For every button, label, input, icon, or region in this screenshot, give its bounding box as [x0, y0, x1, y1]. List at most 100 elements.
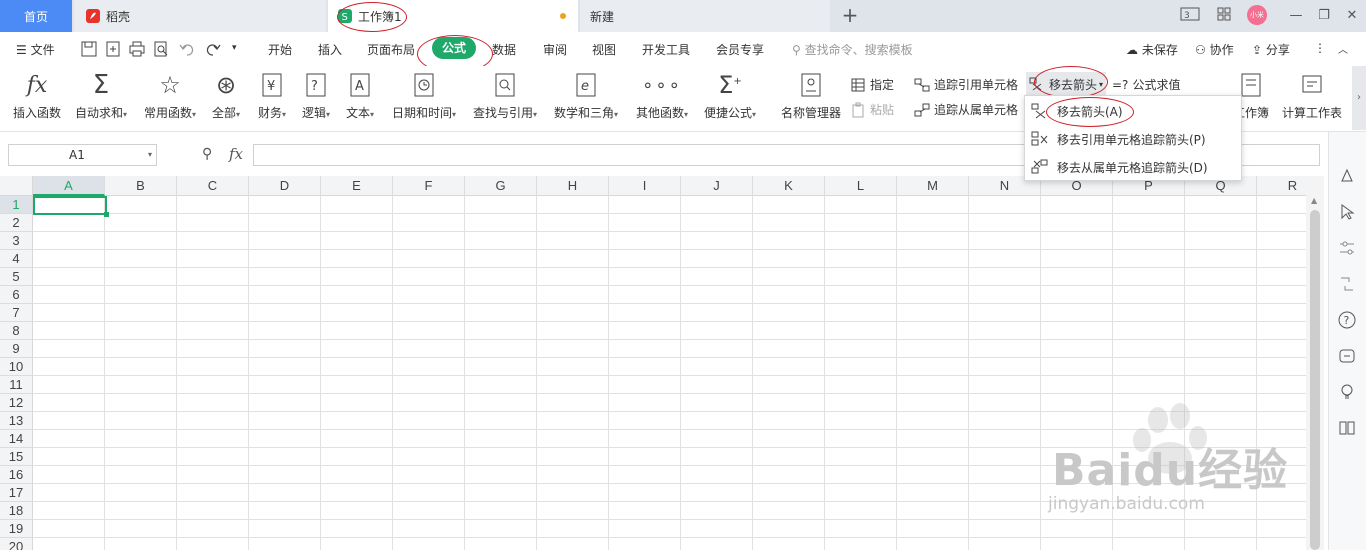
column-header[interactable]: J [681, 176, 753, 196]
row-header[interactable]: 13 [0, 412, 33, 430]
trace-dependents-button[interactable]: 追踪从属单元格 [914, 101, 1018, 118]
lookup-reference-button[interactable]: 查找与引用▾ [470, 70, 540, 121]
tab-member[interactable]: 会员专享 [716, 41, 764, 58]
share-button[interactable]: ⇪ 分享 [1252, 41, 1290, 58]
row-header[interactable]: 11 [0, 376, 33, 394]
row-header[interactable]: 20 [0, 538, 33, 550]
column-header[interactable]: A [33, 176, 105, 196]
column-header[interactable]: G [465, 176, 537, 196]
sliders-icon[interactable] [1337, 238, 1357, 258]
text-functions-button[interactable]: A 文本▾ [342, 70, 378, 121]
export-pdf-icon[interactable] [104, 40, 122, 58]
insert-function-button[interactable]: fx 插入函数 [10, 70, 64, 121]
row-header[interactable]: 15 [0, 448, 33, 466]
row-header[interactable]: 7 [0, 304, 33, 322]
ribbon-scroll-right-icon[interactable]: › [1352, 66, 1366, 130]
tab-start[interactable]: 开始 [268, 41, 292, 58]
all-functions-button[interactable]: ⊛ 全部▾ [208, 70, 244, 121]
more-icon[interactable]: ⋮ [1314, 41, 1326, 55]
file-menu[interactable]: ☰ 文件 [16, 41, 55, 58]
undo-icon[interactable] [178, 40, 196, 58]
row-header[interactable]: 10 [0, 358, 33, 376]
avatar[interactable]: 小米 [1247, 5, 1267, 25]
tab-view[interactable]: 视图 [592, 41, 616, 58]
tab-daoke[interactable]: 稻壳 [74, 0, 326, 32]
row-header[interactable]: 2 [0, 214, 33, 232]
restore-icon[interactable]: ❐ [1314, 6, 1334, 26]
fx-icon[interactable]: fx [229, 145, 243, 163]
collapse-ribbon-icon[interactable]: ︿ [1338, 41, 1348, 56]
layout-icon[interactable]: 3 [1180, 6, 1200, 26]
row-header[interactable]: 8 [0, 322, 33, 340]
date-time-button[interactable]: 日期和时间▾ [389, 70, 459, 121]
column-header[interactable]: H [537, 176, 609, 196]
name-box-dropdown-icon[interactable]: ▾ [148, 145, 152, 165]
column-header[interactable]: L [825, 176, 897, 196]
paste-button[interactable]: 粘贴 [850, 101, 894, 118]
apps-grid-icon[interactable] [1214, 6, 1234, 26]
menu-item-remove-precedent-arrows[interactable]: 移去引用单元格追踪箭头(P) [1031, 126, 1206, 152]
save-icon[interactable] [80, 40, 98, 58]
row-header[interactable]: 16 [0, 466, 33, 484]
rocket-icon[interactable] [1337, 166, 1357, 186]
row-header[interactable]: 6 [0, 286, 33, 304]
trace-precedents-button[interactable]: 追踪引用单元格 [914, 76, 1018, 93]
row-header[interactable]: 5 [0, 268, 33, 286]
column-header[interactable]: F [393, 176, 465, 196]
vertical-scrollbar[interactable]: ▲ [1306, 176, 1324, 550]
command-search[interactable]: ⚲ 查找命令、搜索模板 [792, 41, 913, 58]
tab-review[interactable]: 审阅 [543, 41, 567, 58]
common-functions-button[interactable]: ☆ 常用函数▾ [140, 70, 200, 121]
row-header[interactable]: 18 [0, 502, 33, 520]
specify-button[interactable]: 指定 [850, 76, 894, 93]
row-header[interactable]: 4 [0, 250, 33, 268]
tab-data[interactable]: 数据 [492, 41, 516, 58]
add-tab-icon[interactable]: + [840, 4, 860, 26]
other-functions-button[interactable]: ∘∘∘ 其他函数▾ [632, 70, 692, 121]
active-cell[interactable] [33, 196, 109, 217]
collab-button[interactable]: ⚇ 协作 [1195, 41, 1234, 58]
tab-developer[interactable]: 开发工具 [642, 41, 690, 58]
zoom-search-icon[interactable]: ⚲ [202, 146, 212, 162]
row-header[interactable]: 14 [0, 430, 33, 448]
menu-item-remove-dependent-arrows[interactable]: 移去从属单元格追踪箭头(D) [1031, 154, 1208, 180]
lightbulb-icon[interactable] [1337, 382, 1357, 402]
print-preview-icon[interactable] [152, 40, 170, 58]
autosum-button[interactable]: Σ 自动求和▾ [72, 70, 130, 121]
row-header[interactable]: 3 [0, 232, 33, 250]
column-header[interactable]: I [609, 176, 681, 196]
redo-icon[interactable] [204, 40, 222, 58]
name-manager-button[interactable]: 名称管理器 [779, 70, 843, 121]
cloud-service-icon[interactable] [1337, 346, 1357, 366]
tab-insert[interactable]: 插入 [318, 41, 342, 58]
column-header[interactable]: R [1257, 176, 1306, 196]
book-icon[interactable] [1337, 418, 1357, 438]
row-header[interactable]: 19 [0, 520, 33, 538]
finance-button[interactable]: ¥ 财务▾ [254, 70, 290, 121]
quick-access-dropdown-icon[interactable]: ▾ [232, 43, 237, 53]
name-box[interactable]: A1 ▾ [8, 144, 157, 166]
column-header[interactable]: K [753, 176, 825, 196]
column-header[interactable]: D [249, 176, 321, 196]
logic-button[interactable]: ? 逻辑▾ [298, 70, 334, 121]
transform-icon[interactable] [1337, 274, 1357, 294]
print-icon[interactable] [128, 40, 146, 58]
tab-home[interactable]: 首页 [0, 0, 72, 32]
scroll-thumb[interactable] [1310, 210, 1320, 550]
help-icon[interactable]: ? [1337, 310, 1357, 330]
unsaved-button[interactable]: ☁ 未保存 [1126, 41, 1178, 58]
row-header[interactable]: 17 [0, 484, 33, 502]
row-header[interactable]: 9 [0, 340, 33, 358]
column-header[interactable]: C [177, 176, 249, 196]
minimize-icon[interactable]: — [1286, 6, 1306, 26]
column-header[interactable]: M [897, 176, 969, 196]
column-header[interactable]: E [321, 176, 393, 196]
calc-sheet-button[interactable]: 计算工作表 [1280, 70, 1344, 121]
row-header[interactable]: 1 [0, 196, 33, 214]
scroll-up-icon[interactable]: ▲ [1311, 196, 1317, 205]
tab-new[interactable]: 新建 [580, 0, 830, 32]
tab-page-layout[interactable]: 页面布局 [367, 41, 415, 58]
close-icon[interactable]: ✕ [1342, 6, 1362, 26]
math-trig-button[interactable]: e 数学和三角▾ [551, 70, 621, 121]
quick-formula-button[interactable]: Σ+ 便捷公式▾ [701, 70, 759, 121]
